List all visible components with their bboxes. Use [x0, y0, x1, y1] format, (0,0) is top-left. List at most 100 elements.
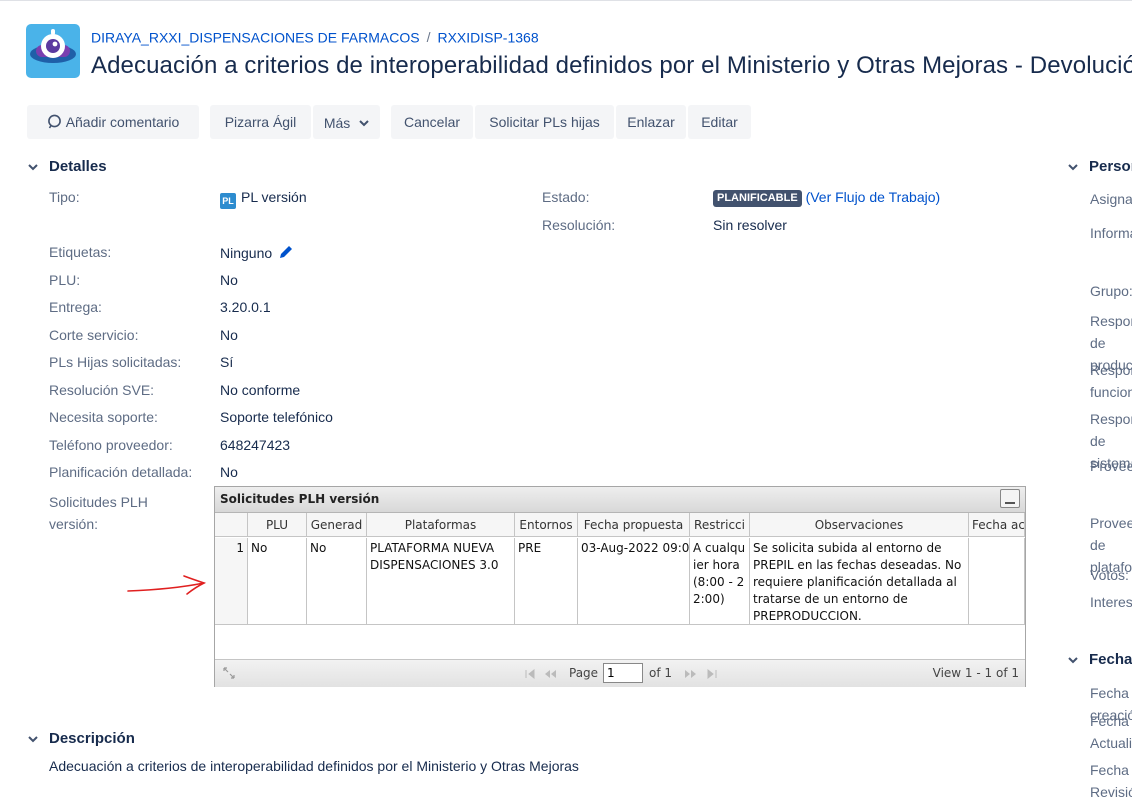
next-page-icon[interactable] — [684, 668, 698, 682]
tipo-value-text: PL versión — [241, 189, 307, 205]
field-label: Necesita soporte: — [49, 409, 158, 425]
field-value: No — [220, 272, 238, 288]
tipo-value: PL PL versión — [220, 189, 307, 209]
grid-column-header[interactable]: Restricci — [690, 513, 750, 537]
grid-row-number-header — [215, 513, 248, 537]
breadcrumb: DIRAYA_RXXI_DISPENSACIONES DE FARMACOS / R… — [91, 28, 539, 45]
labels-value[interactable]: Ninguno — [220, 244, 294, 263]
grid-caption: Solicitudes PLH versión — [215, 487, 1025, 513]
breadcrumb-project-link[interactable]: DIRAYA_RXXI_DISPENSACIONES DE FARMACOS — [91, 29, 420, 45]
field-value: Soporte telefónico — [220, 409, 333, 425]
resolucion-label: Resolución: — [542, 217, 616, 233]
chevron-down-icon — [28, 162, 42, 174]
annotation-arrow-icon — [127, 575, 207, 595]
field-value: Sí — [220, 354, 234, 370]
grid-row-number: 1 — [215, 538, 248, 625]
view-workflow-link[interactable]: (Ver Flujo de Trabajo) — [806, 189, 941, 205]
cancel-button[interactable]: Cancelar — [391, 105, 473, 139]
grid-cell-fecha-ac[interactable] — [969, 538, 1025, 625]
pl-version-icon: PL — [220, 193, 236, 209]
add-comment-button[interactable]: Añadir comentario — [27, 105, 199, 139]
people-label: Asignado: — [1090, 191, 1132, 207]
grid-cell-generada[interactable]: No — [307, 538, 367, 625]
link-button[interactable]: Enlazar — [616, 105, 686, 139]
grid-column-header[interactable]: PLU — [248, 513, 307, 537]
search-icon — [47, 107, 62, 141]
people-label: Grupo: — [1090, 283, 1132, 299]
labels-value-text: Ninguno — [220, 245, 273, 261]
grid-cell-observaciones[interactable]: Se solicita subida al entorno de PREPIL … — [750, 538, 969, 625]
grid-cell-restricciones[interactable]: A cualquier hora (8:00 - 22:00) — [690, 538, 750, 625]
more-label: Más — [323, 115, 351, 131]
grid-cell-fecha-propuesta[interactable]: 03-Aug-2022 09:00 — [578, 538, 690, 625]
chevron-down-icon — [359, 105, 369, 139]
solicitudes-plh-grid: Solicitudes PLH versión PLU Generad Plat… — [214, 486, 1026, 687]
view-records-text: View 1 - 1 of 1 — [932, 666, 1019, 680]
chevron-down-icon — [1068, 162, 1082, 174]
estado-value: PLANIFICABLE (Ver Flujo de Trabajo) — [713, 189, 940, 207]
page-label: Page — [569, 666, 599, 680]
grid-cell-entornos[interactable]: PRE — [515, 538, 578, 625]
field-label: Corte servicio: — [49, 327, 139, 343]
grid-column-header[interactable]: Generad — [307, 513, 367, 537]
grid-column-header[interactable]: Entornos — [515, 513, 578, 537]
field-value: No — [220, 464, 238, 480]
first-page-icon[interactable] — [524, 668, 536, 682]
field-label: Resolución SVE: — [49, 382, 155, 398]
request-child-pls-button[interactable]: Solicitar PLs hijas — [475, 105, 614, 139]
people-label: Responsable funcional: — [1090, 362, 1132, 400]
breadcrumb-issue-key-link[interactable]: RXXIDISP-1368 — [437, 29, 538, 45]
details-heading: Detalles — [49, 158, 107, 175]
edit-button[interactable]: Editar — [688, 105, 751, 139]
field-label: PLs Hijas solicitadas: — [49, 354, 182, 370]
dates-label: Fecha de Revisión: — [1090, 762, 1132, 800]
status-badge: PLANIFICABLE — [713, 190, 802, 207]
people-label: Votos: — [1090, 567, 1129, 583]
minimize-icon[interactable] — [1000, 489, 1020, 508]
more-button[interactable]: Más — [313, 105, 380, 139]
grid-column-header[interactable]: Fecha propuesta — [578, 513, 690, 537]
estado-label: Estado: — [542, 189, 590, 205]
grid-pager: Page of 1 View 1 - 1 of 1 — [215, 659, 1025, 687]
grid-column-header[interactable]: Plataformas — [367, 513, 515, 537]
people-label: Informador: — [1090, 225, 1132, 241]
details-section-header[interactable]: Detalles — [28, 158, 107, 175]
field-value: No — [220, 327, 238, 343]
people-label: Interesados: — [1090, 594, 1132, 610]
field-label: Planificación detallada: — [49, 464, 193, 480]
breadcrumb-separator: / — [426, 29, 431, 46]
top-border — [0, 0, 1132, 1]
field-label: PLU: — [49, 272, 81, 288]
right-panel: Personas Asignado: Informador: Grupo: Re… — [1068, 0, 1132, 802]
people-heading: Personas — [1089, 158, 1132, 175]
prev-page-icon[interactable] — [543, 668, 557, 682]
resolucion-value: Sin resolver — [713, 217, 787, 233]
expand-icon[interactable] — [223, 667, 235, 682]
description-text[interactable]: Adecuación a criterios de interoperabili… — [49, 758, 579, 774]
grid-cell-plu[interactable]: No — [248, 538, 307, 625]
grid-column-header[interactable]: Fecha ac — [969, 513, 1025, 537]
field-value: 3.20.0.1 — [220, 299, 271, 315]
field-label: Teléfono proveedor: — [49, 437, 173, 453]
project-avatar-icon[interactable] — [26, 24, 80, 78]
people-section-header[interactable]: Personas — [1068, 158, 1132, 175]
add-comment-label: Añadir comentario — [65, 114, 180, 130]
last-page-icon[interactable] — [706, 668, 718, 682]
issue-title[interactable]: Adecuación a criterios de interoperabili… — [91, 52, 1132, 80]
people-label: Proveedor: — [1090, 458, 1132, 474]
page-count-label: of 1 — [649, 666, 673, 680]
grid-caption-title: Solicitudes PLH versión — [220, 492, 380, 506]
field-value: 648247423 — [220, 437, 291, 453]
dates-label: Fecha de Actualización: — [1090, 713, 1132, 751]
grid-column-header[interactable]: Observaciones — [750, 513, 969, 537]
chevron-down-icon — [28, 734, 42, 746]
page-number-input[interactable] — [603, 663, 643, 683]
agile-board-button[interactable]: Pizarra Ágil — [210, 105, 311, 139]
solicitudes-label: Solicitudes PLH versión: — [49, 494, 148, 532]
dates-section-header[interactable]: Fechas — [1068, 651, 1132, 668]
description-section-header[interactable]: Descripción — [28, 730, 135, 747]
dates-heading: Fechas — [1089, 651, 1132, 668]
field-value: No conforme — [220, 382, 301, 398]
grid-cell-plataformas[interactable]: PLATAFORMA NUEVA DISPENSACIONES 3.0 — [367, 538, 515, 625]
pencil-icon[interactable] — [278, 244, 294, 263]
